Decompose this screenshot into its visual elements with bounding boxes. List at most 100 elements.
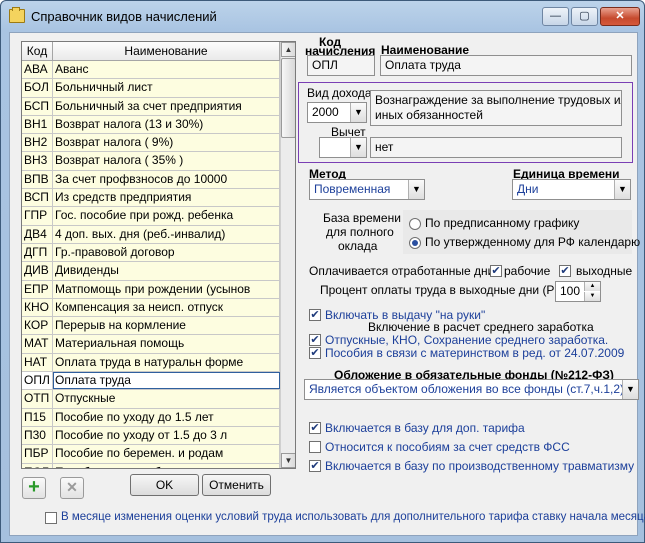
add-button[interactable]: + [22,477,46,499]
radio-prescribed-schedule[interactable] [409,218,421,230]
row-name-cell[interactable]: Перерыв на кормление [53,317,280,335]
row-name-cell[interactable]: Материальная помощь [53,335,280,353]
row-name-cell[interactable]: Пособие по беремен. и родам [53,445,280,463]
row-name-cell[interactable]: Возврат налога ( 35% ) [53,152,280,170]
table-row[interactable]: МАТ Материальная помощь [22,335,280,354]
column-header-name[interactable]: Наименование [53,42,280,61]
fss-label[interactable]: Относится к пособиям за счет средств ФСС [325,440,570,454]
radio-rf-calendar-label[interactable]: По утвержденному для РФ календарю [425,235,640,249]
row-code-cell[interactable]: ВПВ [22,170,53,189]
table-row[interactable]: П30 Пособие по уходу от 1.5 до 3 л [22,426,280,446]
avg-vacation-label[interactable]: Отпускные, КНО, Сохранение среднего зара… [325,333,608,347]
row-code-cell[interactable]: ДИВ [22,262,53,280]
row-code-cell[interactable]: ЕПР [22,280,53,298]
ok-button[interactable]: OK [130,474,199,496]
row-code-cell[interactable]: ВН3 [22,152,53,170]
table-row[interactable]: ЕПР Матпомощь при рождении (усынов [22,280,280,299]
row-code-cell[interactable]: ДГП [22,243,53,262]
table-row[interactable]: ВСП Из средств предприятия [22,189,280,208]
table-row[interactable]: П15 Пособие по уходу до 1.5 лет [22,408,280,427]
row-code-cell[interactable]: ДВ4 [22,225,53,243]
table-row[interactable]: НАТ Оплата труда в натуральн форме [22,353,280,373]
row-code-cell[interactable]: ОТП [22,390,53,408]
workdays-checkbox[interactable]: ✔ [490,265,502,277]
scroll-thumb[interactable] [281,58,295,138]
table-row[interactable]: ВН3 Возврат налога ( 35% ) [22,152,280,171]
row-code-cell[interactable]: ОПЛ [22,372,53,390]
avg-maternity-label[interactable]: Пособия в связи с материнством в ред. от… [325,346,624,360]
row-name-cell[interactable]: Пособие по уходу от 1.5 до 3 л [53,426,280,445]
row-code-cell[interactable]: ВН1 [22,115,53,134]
table-row[interactable]: БОЛ Больничный лист [22,79,280,98]
row-name-cell[interactable]: Оплата труда [53,372,280,390]
name-field[interactable]: Оплата труда [380,55,632,76]
avg-vacation-checkbox[interactable]: ✔ [309,334,321,346]
accruals-table[interactable]: Код Наименование АВА Аванс БОЛ Больничный л… [21,41,296,469]
table-scrollbar[interactable]: ▲ ▼ [280,42,295,468]
table-row[interactable]: ОТП Отпускные [22,390,280,409]
bottom-checkbox-label[interactable]: В месяце изменения оценки условий труда … [61,511,645,523]
table-row[interactable]: ДВ4 4 доп. вых. дня (реб.-инвалид) [22,225,280,244]
income-code-select[interactable]: 2000 ▼ [307,102,367,123]
row-name-cell[interactable]: Из средств предприятия [53,189,280,207]
weekends-label[interactable]: выходные [576,264,632,278]
row-name-cell[interactable]: Матпомощь при рождении (усынов [53,280,280,298]
scroll-down-arrow-icon[interactable]: ▼ [281,453,295,468]
row-code-cell[interactable]: ВН2 [22,134,53,152]
close-button[interactable]: ✕ [600,7,640,26]
row-name-cell[interactable]: Пособие по уходу до 1.5 лет [53,408,280,426]
row-name-cell[interactable]: Оплата труда в натуральн форме [53,353,280,372]
row-code-cell[interactable]: АВА [22,61,53,79]
table-row[interactable]: ВН2 Возврат налога ( 9%) [22,134,280,153]
table-row[interactable]: БСП Больничный за счет предприятия [22,97,280,116]
column-header-code[interactable]: Код [22,42,53,61]
scroll-up-arrow-icon[interactable]: ▲ [281,42,295,57]
row-code-cell[interactable]: КНО [22,298,53,317]
row-code-cell[interactable]: КОР [22,317,53,335]
workdays-label[interactable]: рабочие [504,264,550,278]
table-row[interactable]: ВПВ За счет профвзносов до 10000 [22,170,280,190]
row-name-cell[interactable]: Возврат налога (13 и 30%) [53,115,280,134]
weekend-percent-stepper[interactable]: 100 ▲ ▼ [555,281,601,302]
add-tariff-checkbox[interactable]: ✔ [309,422,321,434]
spin-down-icon[interactable]: ▼ [584,292,600,301]
include-payout-checkbox[interactable]: ✔ [309,309,321,321]
radio-rf-calendar[interactable] [409,237,421,249]
method-select[interactable]: Повременная ▼ [309,179,425,200]
code-field[interactable]: ОПЛ [307,55,375,76]
table-row[interactable]: ПБР Пособие по беремен. и родам [22,445,280,464]
row-name-cell[interactable]: Возврат налога ( 9%) [53,134,280,152]
table-row[interactable]: АВА Аванс [22,61,280,80]
delete-button[interactable]: ✕ [60,477,84,499]
taxation-select[interactable]: Является объектом обложения во все фонды… [304,379,639,400]
row-code-cell[interactable]: НАТ [22,353,53,372]
fss-checkbox[interactable] [309,441,321,453]
table-row[interactable]: ВН1 Возврат налога (13 и 30%) [22,115,280,135]
row-name-cell[interactable]: Компенсация за неисп. отпуск [53,298,280,317]
add-tariff-label[interactable]: Включается в базу для доп. тарифа [325,421,525,435]
row-code-cell[interactable]: П15 [22,408,53,426]
row-code-cell[interactable]: ВСП [22,189,53,207]
spin-up-icon[interactable]: ▲ [584,282,600,291]
row-name-cell[interactable]: 4 доп. вых. дня (реб.-инвалид) [53,225,280,243]
table-row[interactable]: ДИВ Дивиденды [22,262,280,281]
table-row[interactable]: КНО Компенсация за неисп. отпуск [22,298,280,318]
table-row[interactable]: ПОГПособие на погребение [22,463,280,468]
table-row[interactable]: КОР Перерыв на кормление [22,317,280,336]
radio-prescribed-schedule-label[interactable]: По предписанному графику [425,216,579,230]
bottom-checkbox[interactable] [45,512,57,524]
injury-label[interactable]: Включается в базу по производственному т… [325,459,634,473]
row-code-cell[interactable]: П30 [22,426,53,445]
injury-checkbox[interactable]: ✔ [309,460,321,472]
row-code-cell[interactable]: ПБР [22,445,53,463]
cancel-button[interactable]: Отменить [202,474,271,496]
avg-maternity-checkbox[interactable]: ✔ [309,347,321,359]
table-row[interactable]: ДГП Гр.-правовой договор [22,243,280,263]
row-code-cell[interactable]: БСП [22,97,53,115]
table-row[interactable]: ОПЛ Оплата труда [22,372,280,391]
row-name-cell[interactable]: Гос. пособие при рожд. ребенка [53,207,280,225]
row-name-cell[interactable]: Больничный лист [53,79,280,97]
deduction-select[interactable]: ▼ [319,137,367,158]
row-name-cell[interactable]: Гр.-правовой договор [53,243,280,262]
row-name-cell[interactable]: Отпускные [53,390,280,408]
